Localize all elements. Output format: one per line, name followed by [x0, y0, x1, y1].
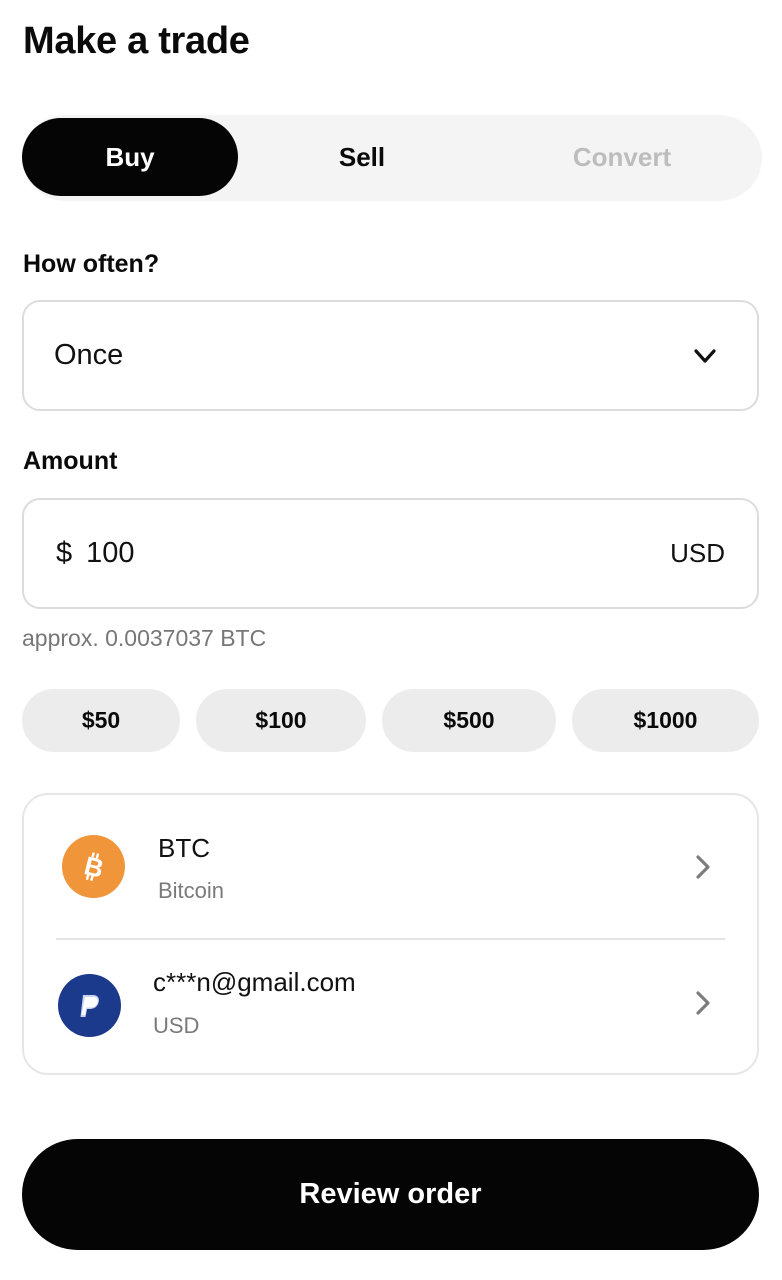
bitcoin-icon: B [62, 835, 125, 898]
page-title: Make a trade [23, 20, 250, 62]
tab-sell[interactable]: Sell [262, 118, 462, 196]
currency-symbol: $ [56, 537, 73, 569]
payment-currency: USD [153, 1013, 200, 1038]
payment-method-row[interactable]: c***n@gmail.com USD [24, 937, 757, 1077]
payment-account: c***n@gmail.com [153, 967, 356, 997]
amount-label: Amount [23, 447, 118, 475]
quick-amount-100[interactable]: $100 [196, 689, 366, 752]
frequency-label: How often? [23, 250, 160, 278]
trade-type-segmented-control: Buy Sell Convert [22, 115, 762, 201]
asset-selector-row[interactable]: B BTC Bitcoin [24, 795, 757, 935]
tab-convert[interactable]: Convert [522, 118, 722, 196]
frequency-select[interactable]: Once [22, 300, 759, 411]
asset-symbol: BTC [158, 833, 210, 863]
quick-amount-500[interactable]: $500 [382, 689, 556, 752]
approx-conversion-text: approx. 0.0037037 BTC [22, 625, 267, 651]
chevron-right-icon [696, 855, 710, 879]
chevron-down-icon [694, 349, 716, 363]
amount-input[interactable] [86, 537, 487, 570]
quick-amount-50[interactable]: $50 [22, 689, 180, 752]
frequency-selected-value: Once [54, 339, 124, 371]
paypal-icon [58, 974, 121, 1037]
selection-card: B BTC Bitcoin c***n@gmail.com USD [22, 793, 759, 1075]
quick-amount-chips: $50 $100 $500 $1000 [22, 689, 759, 752]
asset-name: Bitcoin [158, 878, 225, 903]
quick-amount-1000[interactable]: $1000 [572, 689, 759, 752]
chevron-right-icon [696, 991, 710, 1015]
amount-field: $ USD [22, 498, 759, 609]
amount-unit: USD [670, 538, 725, 568]
tab-buy[interactable]: Buy [22, 118, 238, 196]
review-order-button[interactable]: Review order [22, 1139, 759, 1250]
